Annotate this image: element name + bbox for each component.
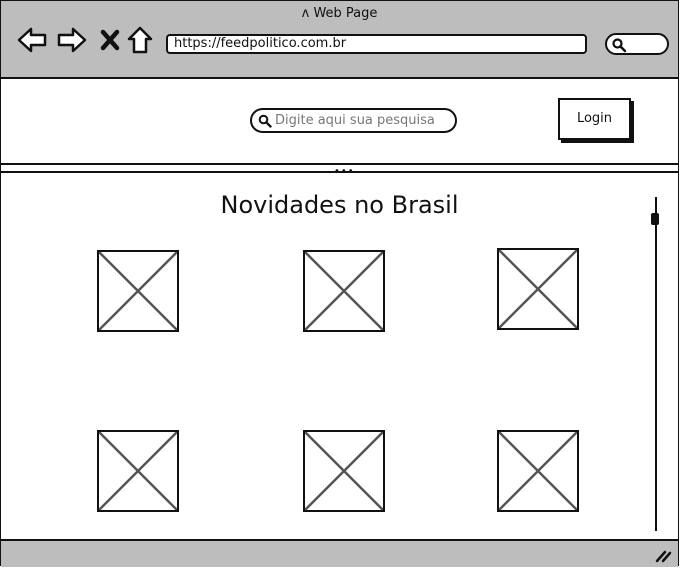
back-button[interactable]	[17, 25, 47, 55]
search-icon	[258, 114, 272, 128]
forward-button[interactable]	[57, 25, 87, 55]
scrollbar-thumb[interactable]	[651, 213, 659, 225]
window-icon: ʌ	[301, 6, 310, 21]
window-title-text: Web Page	[313, 6, 378, 21]
search-icon	[612, 38, 627, 53]
splitter-handle-icon[interactable]: •••	[334, 166, 355, 177]
address-bar[interactable]: https://feedpolitico.com.br	[166, 34, 587, 54]
image-placeholder	[497, 248, 579, 330]
home-button[interactable]	[127, 25, 153, 55]
image-placeholder-icon	[499, 250, 577, 328]
image-placeholder	[497, 430, 579, 512]
back-arrow-icon	[17, 27, 47, 53]
image-placeholder-icon	[99, 252, 177, 330]
image-placeholder-icon	[305, 432, 383, 510]
home-icon	[127, 26, 153, 54]
image-placeholder	[303, 250, 385, 332]
site-search-input[interactable]: Digite aqui sua pesquisa	[250, 108, 457, 133]
browser-chrome: ʌ Web Page https://feedpolitico.com.br	[1, 1, 678, 79]
login-button[interactable]: Login	[558, 98, 631, 140]
image-placeholder-icon	[305, 252, 383, 330]
stop-button[interactable]	[99, 25, 121, 55]
image-placeholder	[303, 430, 385, 512]
search-placeholder: Digite aqui sua pesquisa	[275, 113, 435, 128]
image-placeholder	[97, 250, 179, 332]
browser-search-button[interactable]	[605, 33, 669, 55]
image-placeholder-icon	[99, 432, 177, 510]
close-icon	[100, 29, 120, 51]
browser-window: ʌ Web Page https://feedpolitico.com.br D…	[0, 0, 679, 567]
window-title: ʌ Web Page	[1, 6, 678, 21]
resize-grip-icon[interactable]	[654, 547, 672, 563]
image-placeholder	[97, 430, 179, 512]
image-placeholder-icon	[499, 432, 577, 510]
forward-arrow-icon	[57, 27, 87, 53]
page-title: Novidades no Brasil	[220, 191, 459, 219]
vertical-scrollbar[interactable]	[655, 197, 661, 531]
status-bar	[1, 539, 678, 567]
